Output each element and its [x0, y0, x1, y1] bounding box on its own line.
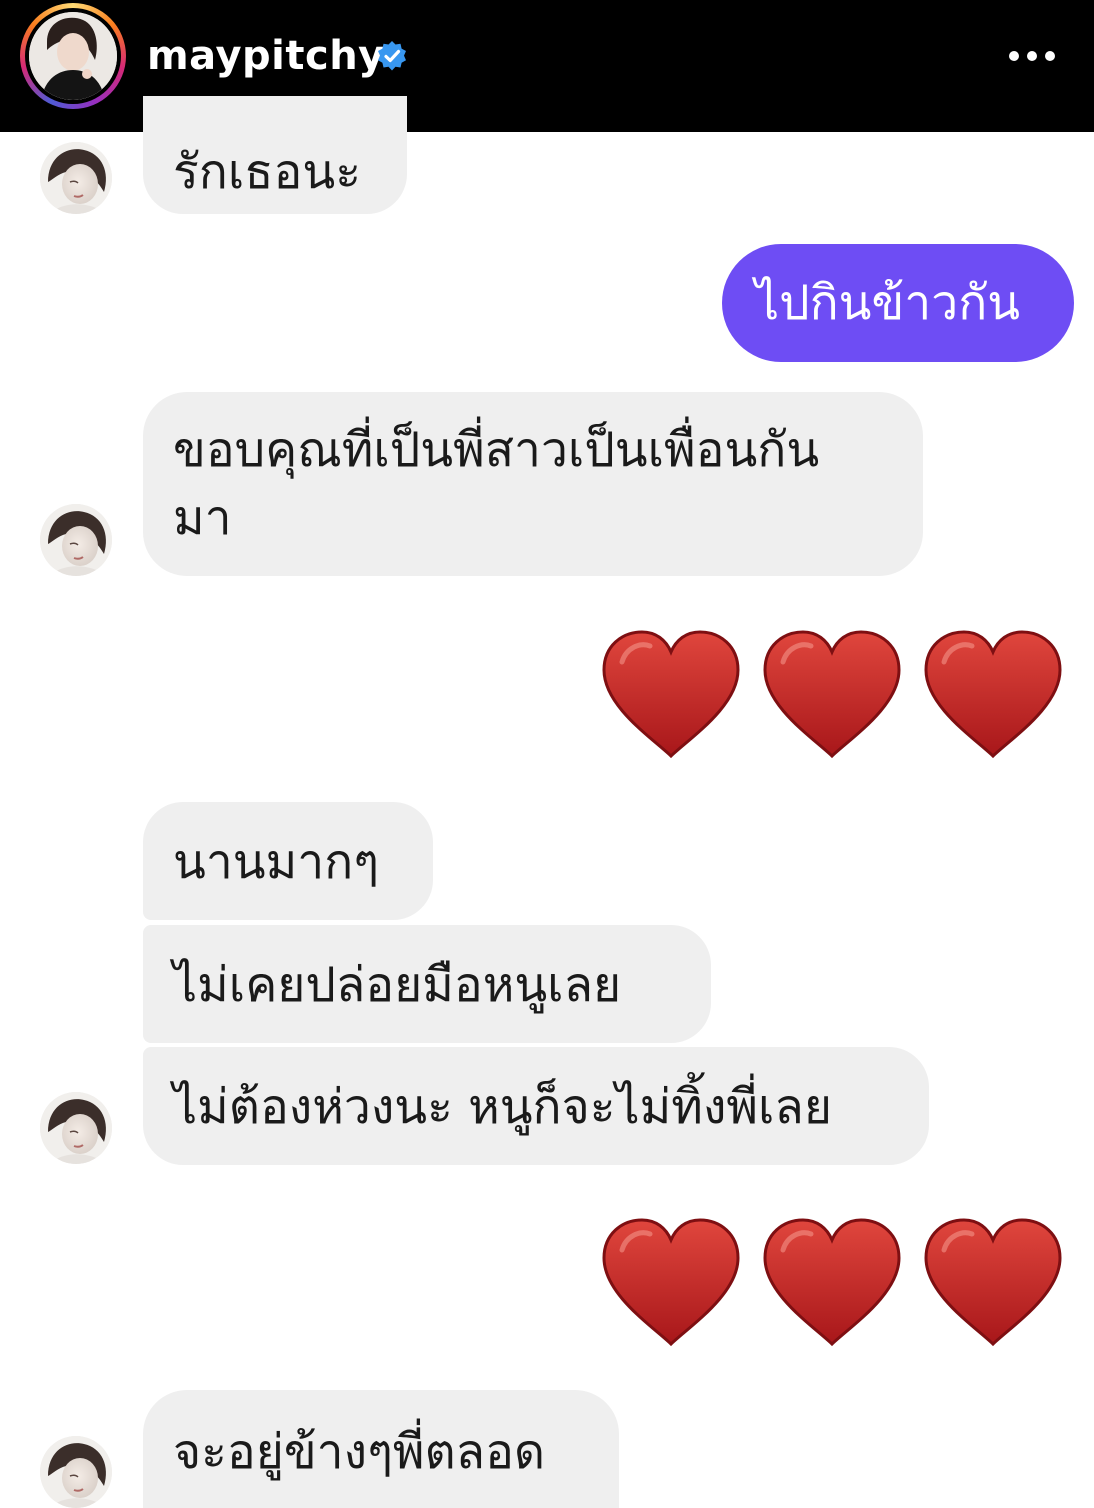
message-text: ไปกินข้าวกัน [755, 275, 1021, 331]
message-text: ไม่ต้องห่วงนะ หนูก็จะไม่ทิ้งพี่เลย [173, 1079, 832, 1135]
heart-emoji-message[interactable] [600, 628, 1064, 762]
sender-avatar-photo-icon [40, 1436, 112, 1508]
red-heart-icon [922, 1216, 1064, 1350]
message-bubble-incoming[interactable]: ไม่เคยปล่อยมือหนูเลย [143, 925, 711, 1043]
sender-avatar-photo-icon [40, 504, 112, 576]
message-bubble-incoming[interactable]: ไม่ต้องห่วงนะ หนูก็จะไม่ทิ้งพี่เลย [143, 1047, 929, 1165]
message-text: รักเธอนะ [173, 144, 361, 200]
red-heart-icon [761, 628, 903, 762]
profile-avatar-story-ring[interactable] [20, 3, 126, 109]
sender-avatar-photo-icon [40, 1092, 112, 1164]
message-bubble-outgoing[interactable]: ไปกินข้าวกัน [722, 244, 1074, 362]
red-heart-icon [600, 628, 742, 762]
message-text-line: มา [173, 490, 232, 546]
heart-emoji-message[interactable] [600, 1216, 1064, 1350]
red-heart-icon [600, 1216, 742, 1350]
message-text-line: ขอบคุณที่เป็นพี่สาวเป็นเพื่อนกัน [173, 422, 820, 478]
sender-avatar[interactable] [40, 142, 112, 214]
verified-badge-icon [378, 41, 406, 71]
sender-avatar[interactable] [40, 1436, 112, 1508]
username[interactable]: maypitchy [147, 30, 385, 82]
message-bubble-incoming[interactable]: รักเธอนะ [143, 96, 407, 214]
sender-avatar[interactable] [40, 504, 112, 576]
profile-photo-icon [29, 12, 117, 100]
message-text: นานมากๆ [173, 834, 380, 890]
message-text: จะอยู่ข้างๆพี่ตลอด [173, 1424, 546, 1480]
message-text: ไม่เคยปล่อยมือหนูเลย [173, 957, 622, 1013]
red-heart-icon [922, 628, 1064, 762]
message-bubble-incoming[interactable]: ขอบคุณที่เป็นพี่สาวเป็นเพื่อนกัน มา [143, 392, 923, 576]
profile-avatar[interactable] [29, 12, 117, 100]
sender-avatar-photo-icon [40, 142, 112, 214]
message-bubble-incoming[interactable]: นานมากๆ [143, 802, 433, 920]
more-options-icon[interactable] [1002, 38, 1062, 74]
red-heart-icon [761, 1216, 903, 1350]
message-bubble-incoming[interactable]: จะอยู่ข้างๆพี่ตลอด [143, 1390, 619, 1508]
sender-avatar[interactable] [40, 1092, 112, 1164]
